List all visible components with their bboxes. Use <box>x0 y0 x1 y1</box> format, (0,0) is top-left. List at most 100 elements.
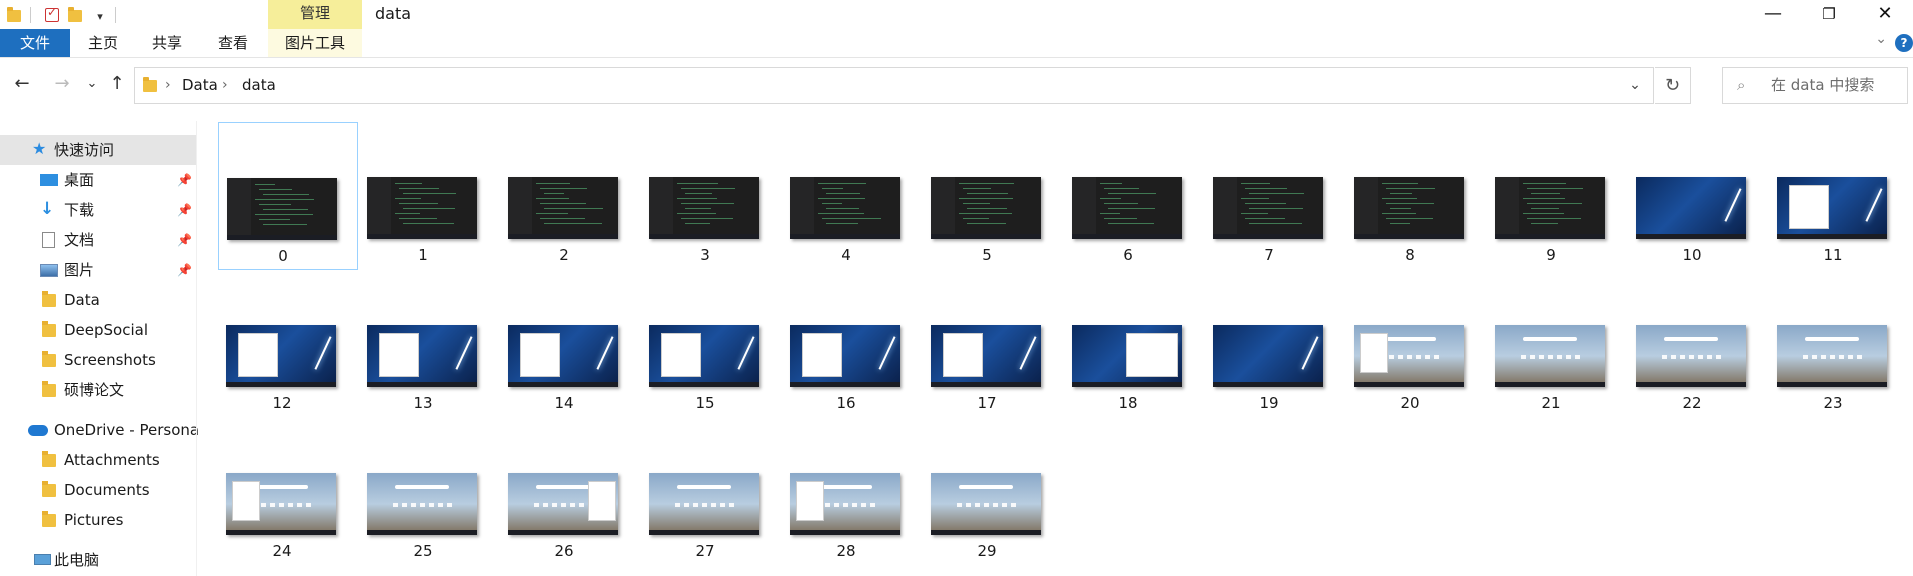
file-name: 18 <box>1118 394 1138 412</box>
up-button[interactable]: ↑ <box>103 70 131 98</box>
sidebar-item-label: 此电脑 <box>54 551 100 569</box>
minimize-button[interactable]: — <box>1745 0 1801 29</box>
image-thumbnail <box>1777 325 1887 387</box>
file-item[interactable]: 5 <box>923 122 1063 270</box>
breadcrumb-data-current[interactable]: data <box>242 68 276 103</box>
forward-button[interactable]: → <box>48 70 76 98</box>
file-item[interactable]: 16 <box>782 270 922 418</box>
sidebar-item-desktop[interactable]: 桌面 📌 <box>0 165 196 195</box>
file-item[interactable]: 23 <box>1769 270 1909 418</box>
file-item[interactable]: 19 <box>1205 270 1345 418</box>
file-item[interactable]: 24 <box>218 418 358 566</box>
file-name: 7 <box>1264 246 1274 264</box>
sidebar-item-downloads[interactable]: ↓ 下载 📌 <box>0 195 196 225</box>
file-item[interactable]: 17 <box>923 270 1063 418</box>
properties-check-icon[interactable] <box>43 5 61 24</box>
file-item[interactable]: 0 <box>218 122 358 270</box>
file-name: 16 <box>836 394 856 412</box>
sidebar-item-attachments[interactable]: Attachments <box>0 445 196 475</box>
file-name: 2 <box>559 246 569 264</box>
search-box[interactable]: ⌕ 在 data 中搜索 <box>1722 67 1908 104</box>
pin-icon[interactable]: 📌 <box>177 225 192 255</box>
file-name: 14 <box>554 394 574 412</box>
sidebar-item-label: Documents <box>64 481 150 499</box>
breadcrumb-separator[interactable]: › <box>222 68 228 103</box>
tab-picture-tools[interactable]: 图片工具 <box>268 29 362 57</box>
recent-locations-button[interactable]: ⌄ <box>78 70 106 98</box>
tab-home[interactable]: 主页 <box>70 29 136 57</box>
sidebar-item-onedrive[interactable]: OneDrive - Persona <box>0 415 200 445</box>
file-item[interactable]: 29 <box>923 418 1063 566</box>
pin-icon[interactable]: 📌 <box>177 255 192 285</box>
file-item[interactable]: 18 <box>1064 270 1204 418</box>
sidebar-item-onedrive-documents[interactable]: Documents <box>0 475 196 505</box>
address-bar[interactable]: › Data › data ⌄ <box>134 67 1654 104</box>
sidebar-item-this-pc[interactable]: 此电脑 <box>0 545 196 575</box>
help-icon[interactable]: ? <box>1895 34 1913 52</box>
sidebar-item-data[interactable]: Data <box>0 285 196 315</box>
file-item[interactable]: 1 <box>359 122 499 270</box>
manage-context-tab[interactable]: 管理 <box>268 0 362 29</box>
file-name: 12 <box>272 394 292 412</box>
image-thumbnail <box>790 325 900 387</box>
folder-icon <box>6 6 24 24</box>
file-item[interactable]: 12 <box>218 270 358 418</box>
file-item[interactable]: 2 <box>500 122 640 270</box>
file-item[interactable]: 8 <box>1346 122 1486 270</box>
image-thumbnail <box>931 177 1041 239</box>
image-thumbnail <box>508 177 618 239</box>
sidebar-item-pictures[interactable]: 图片 📌 <box>0 255 196 285</box>
file-item[interactable]: 7 <box>1205 122 1345 270</box>
file-item[interactable]: 13 <box>359 270 499 418</box>
file-item[interactable]: 20 <box>1346 270 1486 418</box>
address-dropdown-icon[interactable]: ⌄ <box>1621 68 1649 103</box>
customize-toolbar-icon[interactable]: ▾ <box>91 6 109 24</box>
sidebar-item-onedrive-pictures[interactable]: Pictures <box>0 505 196 535</box>
close-button[interactable]: ✕ <box>1857 0 1913 29</box>
sidebar-item-quick-access[interactable]: ★ 快速访问 <box>0 135 196 165</box>
maximize-button[interactable]: ❐ <box>1801 0 1857 29</box>
file-item[interactable]: 22 <box>1628 270 1768 418</box>
back-button[interactable]: ← <box>8 70 36 98</box>
sidebar-item-label: OneDrive - Persona <box>54 421 200 439</box>
file-item[interactable]: 28 <box>782 418 922 566</box>
sidebar-item-screenshots[interactable]: Screenshots <box>0 345 196 375</box>
image-thumbnail <box>1072 325 1182 387</box>
file-item[interactable]: 26 <box>500 418 640 566</box>
file-item[interactable]: 25 <box>359 418 499 566</box>
image-thumbnail <box>367 177 477 239</box>
file-item[interactable]: 11 <box>1769 122 1909 270</box>
file-name: 5 <box>982 246 992 264</box>
file-item[interactable]: 27 <box>641 418 781 566</box>
breadcrumb-data-parent[interactable]: Data <box>182 68 218 103</box>
file-name: 8 <box>1405 246 1415 264</box>
folder-icon <box>42 291 56 307</box>
breadcrumb-separator[interactable]: › <box>165 68 171 103</box>
image-thumbnail <box>649 177 759 239</box>
tab-file[interactable]: 文件 <box>0 29 70 57</box>
image-thumbnail <box>790 473 900 535</box>
new-folder-icon[interactable] <box>67 6 85 24</box>
navigation-bar: ← → ⌄ ↑ › Data › data ⌄ ↻ ⌕ 在 data 中搜索 <box>0 62 1913 107</box>
tab-share[interactable]: 共享 <box>136 29 198 57</box>
sidebar-item-deepsocial[interactable]: DeepSocial <box>0 315 196 345</box>
file-item[interactable]: 4 <box>782 122 922 270</box>
sidebar-item-label: 桌面 <box>64 171 95 189</box>
file-item[interactable]: 14 <box>500 270 640 418</box>
file-item[interactable]: 3 <box>641 122 781 270</box>
file-item[interactable]: 6 <box>1064 122 1204 270</box>
image-thumbnail <box>1777 177 1887 239</box>
refresh-button[interactable]: ↻ <box>1655 67 1691 104</box>
file-item[interactable]: 15 <box>641 270 781 418</box>
file-item[interactable]: 10 <box>1628 122 1768 270</box>
sidebar-item-theses[interactable]: 硕博论文 <box>0 375 196 405</box>
file-name: 15 <box>695 394 715 412</box>
file-item[interactable]: 9 <box>1487 122 1627 270</box>
sidebar-item-documents[interactable]: 文档 📌 <box>0 225 196 255</box>
quick-access-toolbar: ▾ <box>0 4 122 26</box>
expand-ribbon-icon[interactable]: ⌄ <box>1875 31 1887 47</box>
pin-icon[interactable]: 📌 <box>177 195 192 225</box>
pin-icon[interactable]: 📌 <box>177 165 192 195</box>
tab-view[interactable]: 查看 <box>198 29 268 57</box>
file-item[interactable]: 21 <box>1487 270 1627 418</box>
